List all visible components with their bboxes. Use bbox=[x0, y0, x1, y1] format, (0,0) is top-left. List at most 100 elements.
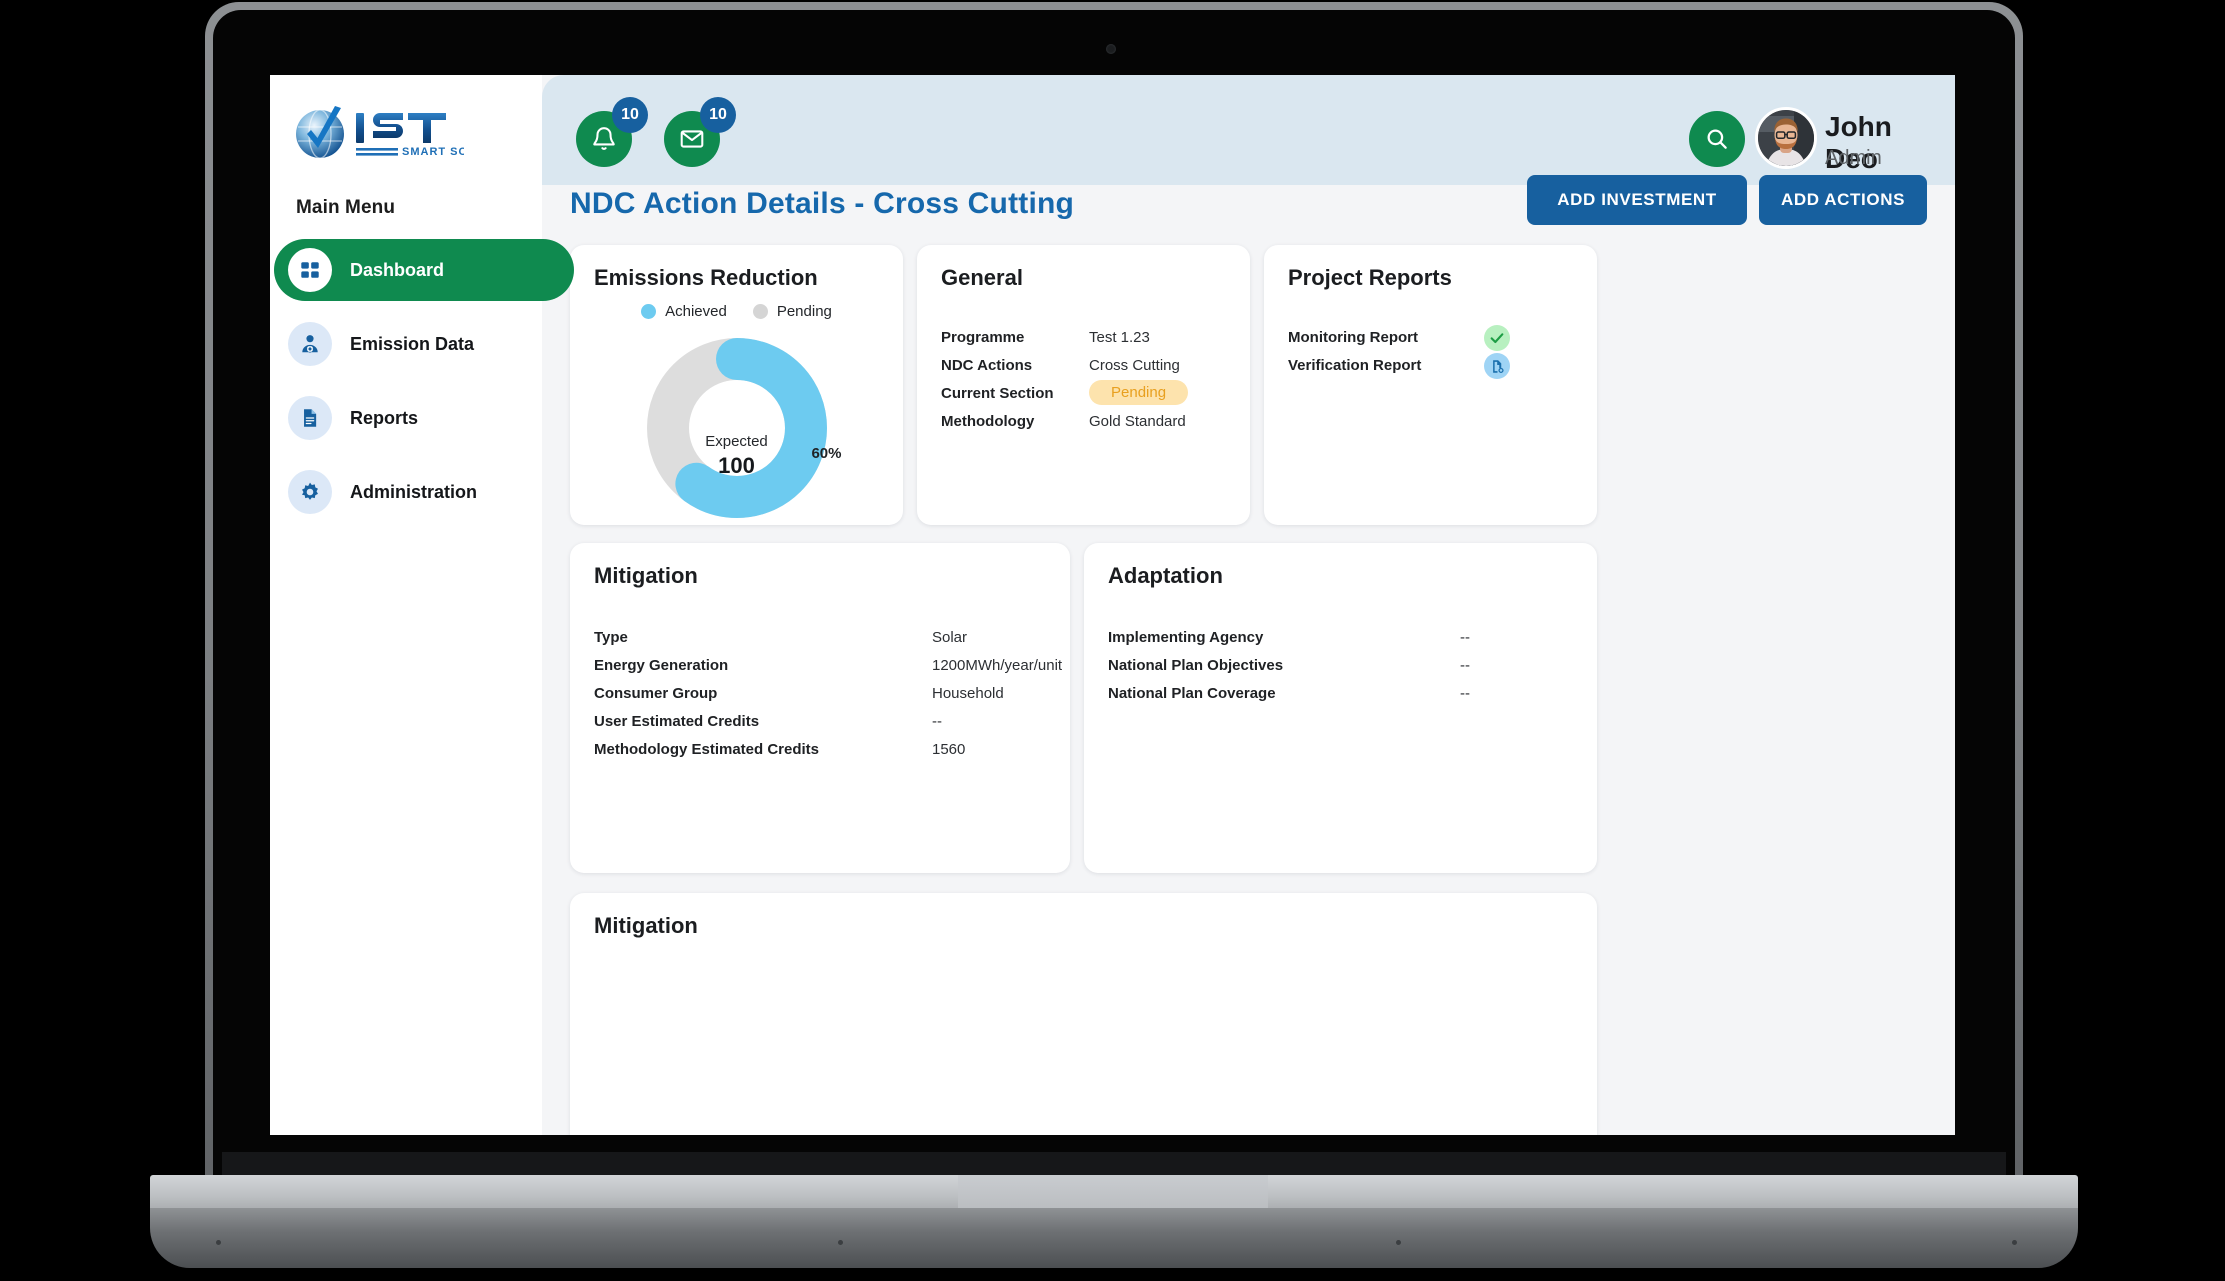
messages-button[interactable]: 10 bbox=[664, 97, 736, 167]
laptop-mockup: 10 10 John Deo Admin NDC Action Details … bbox=[0, 0, 2225, 1281]
base-foot bbox=[2012, 1240, 2017, 1245]
brand-logo: SMART SOLUTIONS bbox=[294, 103, 522, 169]
row-value: -- bbox=[1460, 657, 1470, 674]
card-title: Adaptation bbox=[1108, 563, 1223, 588]
donut-center-label: Expected bbox=[705, 433, 768, 450]
mitigation-row-user-estimated-credits: User Estimated Credits -- bbox=[594, 713, 1046, 735]
check-glyph bbox=[1490, 333, 1504, 344]
document-search-icon[interactable] bbox=[1484, 353, 1510, 379]
search-button[interactable] bbox=[1689, 111, 1745, 167]
donut-svg bbox=[646, 338, 827, 518]
base-foot bbox=[1396, 1240, 1401, 1245]
donut-chart: Expected 100 60% bbox=[646, 337, 842, 524]
avatar[interactable] bbox=[1755, 107, 1817, 169]
sidebar-item-reports[interactable]: Reports bbox=[274, 387, 574, 449]
document-glyph bbox=[1492, 359, 1504, 373]
sidebar-item-administration[interactable]: Administration bbox=[274, 461, 574, 523]
row-value: -- bbox=[1460, 629, 1470, 646]
document-glyph bbox=[304, 409, 317, 427]
card-title: Emissions Reduction bbox=[594, 265, 818, 290]
sidebar-heading: Main Menu bbox=[296, 197, 396, 218]
svg-text:SMART SOLUTIONS: SMART SOLUTIONS bbox=[402, 146, 464, 158]
check-circle-icon[interactable] bbox=[1484, 325, 1510, 351]
legend-dot-pending bbox=[752, 304, 768, 319]
add-investment-button[interactable]: ADD INVESTMENT bbox=[1527, 175, 1747, 225]
card-title: Mitigation bbox=[594, 913, 698, 938]
card-general: General Programme Test 1.23 NDC Actions … bbox=[917, 245, 1250, 525]
row-key: Consumer Group bbox=[594, 685, 718, 702]
sidebar-item-label: Dashboard bbox=[350, 259, 445, 280]
grid-icon bbox=[288, 248, 332, 292]
grid-glyph bbox=[301, 262, 319, 278]
sidebar-item-emission-data[interactable]: Emission Data bbox=[274, 313, 574, 375]
card-emissions-reduction: Emissions Reduction Achieved Pending Exp… bbox=[570, 245, 903, 525]
legend-dot-achieved bbox=[641, 304, 657, 319]
row-key: User Estimated Credits bbox=[594, 713, 760, 730]
legend-item-achieved: Achieved bbox=[641, 303, 727, 320]
base-foot bbox=[838, 1240, 843, 1245]
row-value: Household bbox=[932, 685, 1004, 702]
general-row-programme: Programme Test 1.23 bbox=[941, 329, 1226, 351]
user-gear-glyph bbox=[302, 335, 318, 353]
envelope-icon bbox=[680, 130, 704, 148]
mitigation-row-consumer-group: Consumer Group Household bbox=[594, 685, 1046, 707]
row-key: NDC Actions bbox=[941, 357, 1033, 374]
card-mitigation-bottom: Mitigation bbox=[570, 893, 1597, 1135]
mitigation-row-methodology-estimated-credits: Methodology Estimated Credits 1560 bbox=[594, 741, 1046, 763]
card-title: General bbox=[941, 265, 1023, 290]
laptop-base-bottom bbox=[150, 1208, 2078, 1268]
row-value: 1560 bbox=[932, 741, 966, 758]
sidebar-item-label: Emission Data bbox=[350, 333, 475, 354]
row-value: 1200MWh/year/unit bbox=[932, 657, 1063, 674]
user-role: Admin bbox=[1825, 147, 1882, 169]
row-value: Cross Cutting bbox=[1089, 357, 1180, 374]
card-mitigation: Mitigation Type Solar Energy Generation … bbox=[570, 543, 1070, 873]
sidebar-item-label: Reports bbox=[350, 407, 419, 428]
ist-logo-icon: SMART SOLUTIONS bbox=[296, 106, 522, 159]
adaptation-row-implementing-agency: Implementing Agency -- bbox=[1108, 629, 1573, 651]
card-adaptation: Adaptation Implementing Agency -- Nation… bbox=[1084, 543, 1597, 873]
row-key: Implementing Agency bbox=[1108, 629, 1264, 646]
add-actions-button[interactable]: ADD ACTIONS bbox=[1759, 175, 1927, 225]
card-title: Project Reports bbox=[1288, 265, 1452, 290]
report-row-verification: Verification Report bbox=[1288, 353, 1573, 379]
legend-label-achieved: Achieved bbox=[665, 303, 727, 320]
row-key: Current Section bbox=[941, 385, 1054, 402]
row-key: Methodology bbox=[941, 413, 1035, 430]
main-content-area: 10 10 John Deo Admin NDC Action Details … bbox=[542, 75, 1955, 1135]
search-icon bbox=[1707, 129, 1727, 149]
row-value: Test 1.23 bbox=[1089, 329, 1150, 346]
bell-icon bbox=[593, 127, 615, 150]
adaptation-row-national-plan-coverage: National Plan Coverage -- bbox=[1108, 685, 1573, 707]
legend-label-pending: Pending bbox=[776, 303, 832, 320]
row-key: National Plan Coverage bbox=[1108, 685, 1276, 702]
card-title: Mitigation bbox=[594, 563, 698, 588]
status-badge: Pending bbox=[1089, 380, 1189, 405]
topbar: 10 10 John Deo Admin bbox=[542, 75, 1955, 185]
mitigation-row-type: Type Solar bbox=[594, 629, 1046, 651]
row-key: Programme bbox=[941, 329, 1025, 346]
donut-center-value: 100 bbox=[718, 453, 755, 478]
general-row-current-section: Current Section Pending bbox=[941, 380, 1226, 410]
general-row-methodology: Methodology Gold Standard bbox=[941, 413, 1226, 435]
mitigation-row-energy-generation: Energy Generation 1200MWh/year/unit bbox=[594, 657, 1062, 679]
row-key: Monitoring Report bbox=[1288, 329, 1418, 346]
avatar-photo bbox=[1758, 110, 1814, 166]
row-value: Pending bbox=[1089, 380, 1189, 410]
donut-data-label: 60% bbox=[811, 445, 842, 462]
sidebar-item-label: Administration bbox=[350, 481, 478, 502]
document-icon bbox=[288, 396, 332, 440]
chart-legend: Achieved Pending bbox=[570, 303, 903, 320]
gear-icon bbox=[288, 470, 332, 514]
notifications-button[interactable]: 10 bbox=[576, 97, 648, 167]
row-value: Solar bbox=[932, 629, 968, 646]
row-value: -- bbox=[1460, 685, 1470, 702]
messages-badge: 10 bbox=[700, 97, 736, 133]
report-row-monitoring: Monitoring Report bbox=[1288, 325, 1573, 351]
sidebar-item-dashboard[interactable]: Dashboard bbox=[274, 239, 574, 301]
webcam-icon bbox=[1106, 44, 1116, 54]
legend-item-pending: Pending bbox=[752, 303, 832, 320]
adaptation-row-national-plan-objectives: National Plan Objectives -- bbox=[1108, 657, 1573, 679]
sidebar: SMART SOLUTIONS Main Menu Dashboard bbox=[270, 75, 574, 1135]
row-key: Type bbox=[594, 629, 628, 646]
